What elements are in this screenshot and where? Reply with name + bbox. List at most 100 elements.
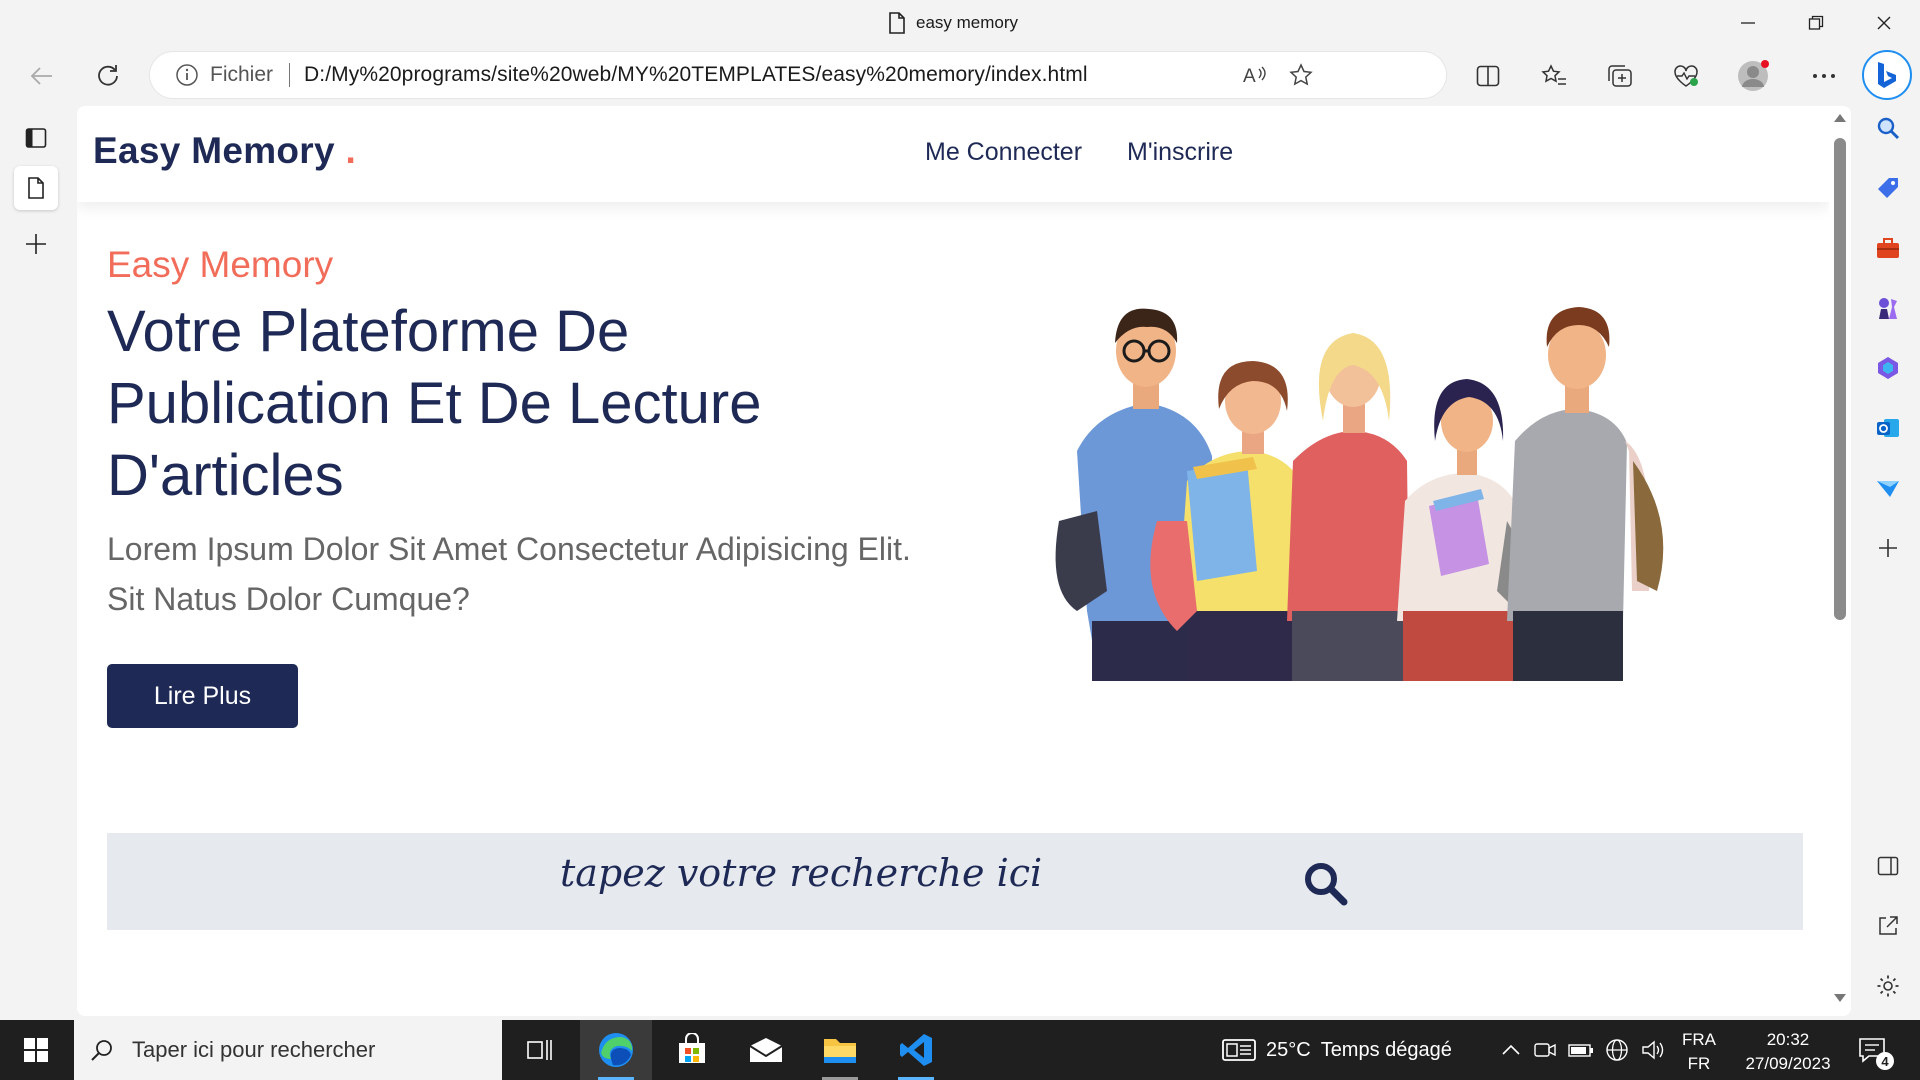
send-drop-icon: [1877, 481, 1899, 497]
refresh-icon: [98, 65, 118, 86]
site-logo[interactable]: Easy Memory .: [93, 130, 356, 172]
search-input[interactable]: tapez votre recherche ici: [560, 851, 1042, 895]
collections-button[interactable]: [1600, 58, 1640, 94]
address-bar[interactable]: Fichier D:/My%20programs/site%20web/MY%2…: [150, 52, 1446, 98]
weather-temp: 25°C: [1266, 1038, 1311, 1061]
address-url[interactable]: D:/My%20programs/site%20web/MY%20TEMPLAT…: [304, 63, 1088, 87]
refresh-button[interactable]: [88, 58, 128, 94]
speaker-icon: [1642, 1040, 1664, 1060]
split-screen-icon: [1476, 65, 1500, 87]
address-scheme: Fichier: [210, 63, 274, 86]
bing-icon: [1878, 62, 1896, 88]
tab-actions-button[interactable]: [14, 116, 58, 160]
favorite-star-icon[interactable]: [1286, 60, 1316, 90]
sidebar-outlook-button[interactable]: [1866, 406, 1910, 450]
start-button[interactable]: [0, 1020, 72, 1080]
search-icon: [1305, 863, 1348, 906]
bing-copilot-button[interactable]: [1862, 50, 1912, 100]
taskbar-clock[interactable]: 20:32 27/09/2023: [1730, 1028, 1846, 1076]
camera-icon: [1534, 1043, 1556, 1057]
taskbar-store[interactable]: [656, 1020, 728, 1080]
more-options-button[interactable]: [1804, 58, 1844, 94]
globe-icon: [1606, 1039, 1628, 1061]
scroll-thumb[interactable]: [1834, 138, 1846, 620]
search-button[interactable]: [1297, 855, 1353, 911]
weather-widget[interactable]: 25°C Temps dégagé: [1222, 1020, 1452, 1080]
vscode-icon: [900, 1034, 932, 1066]
sidebar-m365-button[interactable]: [1866, 346, 1910, 390]
profile-button[interactable]: [1734, 58, 1774, 94]
clock-date: 27/09/2023: [1745, 1054, 1831, 1073]
tray-battery-button[interactable]: [1566, 1020, 1596, 1080]
scroll-down-arrow[interactable]: [1834, 994, 1846, 1002]
tray-network-button[interactable]: [1602, 1020, 1632, 1080]
page-scrollbar[interactable]: [1829, 106, 1851, 1016]
task-view-icon: [527, 1040, 552, 1060]
read-aloud-icon[interactable]: A: [1240, 60, 1270, 90]
taskbar-vscode[interactable]: [880, 1020, 952, 1080]
restore-button[interactable]: [1782, 0, 1850, 46]
read-more-button[interactable]: Lire Plus: [107, 664, 298, 728]
svg-text:A: A: [1243, 66, 1256, 86]
edge-icon: [599, 1033, 633, 1067]
tray-volume-button[interactable]: [1638, 1020, 1668, 1080]
edge-sidebar: [1856, 102, 1920, 1020]
search-bar[interactable]: tapez votre recherche ici: [107, 833, 1803, 930]
minimize-button[interactable]: [1714, 0, 1782, 46]
nav-signup-link[interactable]: M'inscrire: [1127, 138, 1233, 167]
taskbar-search[interactable]: Taper ici pour rechercher: [74, 1020, 502, 1080]
tab-easy-memory[interactable]: [14, 166, 58, 210]
split-screen-button[interactable]: [1468, 58, 1508, 94]
outlook-icon: [1877, 419, 1899, 437]
nav-login-link[interactable]: Me Connecter: [925, 138, 1082, 167]
close-window-button[interactable]: [1850, 0, 1918, 46]
hero-kicker: Easy Memory: [107, 244, 334, 285]
taskbar-file-explorer[interactable]: [804, 1020, 876, 1080]
external-link-icon: [1879, 916, 1898, 935]
sidebar-hide-button[interactable]: [1866, 844, 1910, 888]
avatar-icon: [1738, 60, 1769, 91]
language-code: FRA: [1682, 1030, 1716, 1049]
notification-count-badge: 4: [1876, 1052, 1894, 1070]
favorites-button[interactable]: [1534, 58, 1574, 94]
student-figure: [1287, 333, 1409, 681]
hero-description: Lorem Ipsum Dolor Sit Amet Consectetur A…: [107, 531, 911, 617]
chevron-up-icon: [1502, 1044, 1520, 1055]
new-tab-button[interactable]: [14, 222, 58, 266]
tray-overflow-button[interactable]: [1496, 1020, 1526, 1080]
collections-icon: [1608, 65, 1632, 87]
student-figure: [1507, 307, 1664, 681]
task-view-button[interactable]: [504, 1020, 576, 1080]
shopping-tag-icon: [1878, 178, 1898, 198]
sidebar-search-button[interactable]: [1866, 106, 1910, 150]
ellipsis-icon: [1813, 74, 1835, 78]
input-language-button[interactable]: FRA FR: [1682, 1028, 1716, 1076]
browser-essentials-button[interactable]: [1666, 58, 1706, 94]
notification-center-button[interactable]: 4: [1852, 1030, 1894, 1070]
sidebar-panel-icon: [1877, 856, 1899, 876]
sidebar-drop-button[interactable]: [1866, 466, 1910, 510]
windows-logo-icon: [24, 1038, 48, 1062]
search-icon: [1877, 117, 1900, 140]
student-figure: [1397, 379, 1525, 681]
window-title-text: easy memory: [916, 13, 1019, 32]
tray-meet-button[interactable]: [1530, 1020, 1560, 1080]
favorites-list-icon: [1541, 64, 1566, 85]
sidebar-add-button[interactable]: [1866, 526, 1910, 570]
taskbar-mail[interactable]: [730, 1020, 802, 1080]
sidebar-tools-button[interactable]: [1866, 226, 1910, 270]
sidebar-games-button[interactable]: [1866, 286, 1910, 330]
scroll-up-arrow[interactable]: [1834, 114, 1846, 122]
gear-icon: [1877, 975, 1899, 997]
info-icon[interactable]: [174, 62, 200, 88]
sidebar-settings-button[interactable]: [1866, 964, 1910, 1008]
sidebar-external-button[interactable]: [1866, 904, 1910, 948]
page-viewport: Easy Memory . Me Connecter M'inscrire Ea…: [77, 106, 1851, 1016]
page-icon: [28, 177, 44, 199]
back-button[interactable]: [22, 58, 62, 94]
vertical-tabs-strip: [0, 102, 72, 1020]
page-icon: [889, 12, 905, 34]
sidebar-shopping-button[interactable]: [1866, 166, 1910, 210]
weather-description: Temps dégagé: [1320, 1038, 1452, 1061]
taskbar-edge[interactable]: [580, 1020, 652, 1080]
